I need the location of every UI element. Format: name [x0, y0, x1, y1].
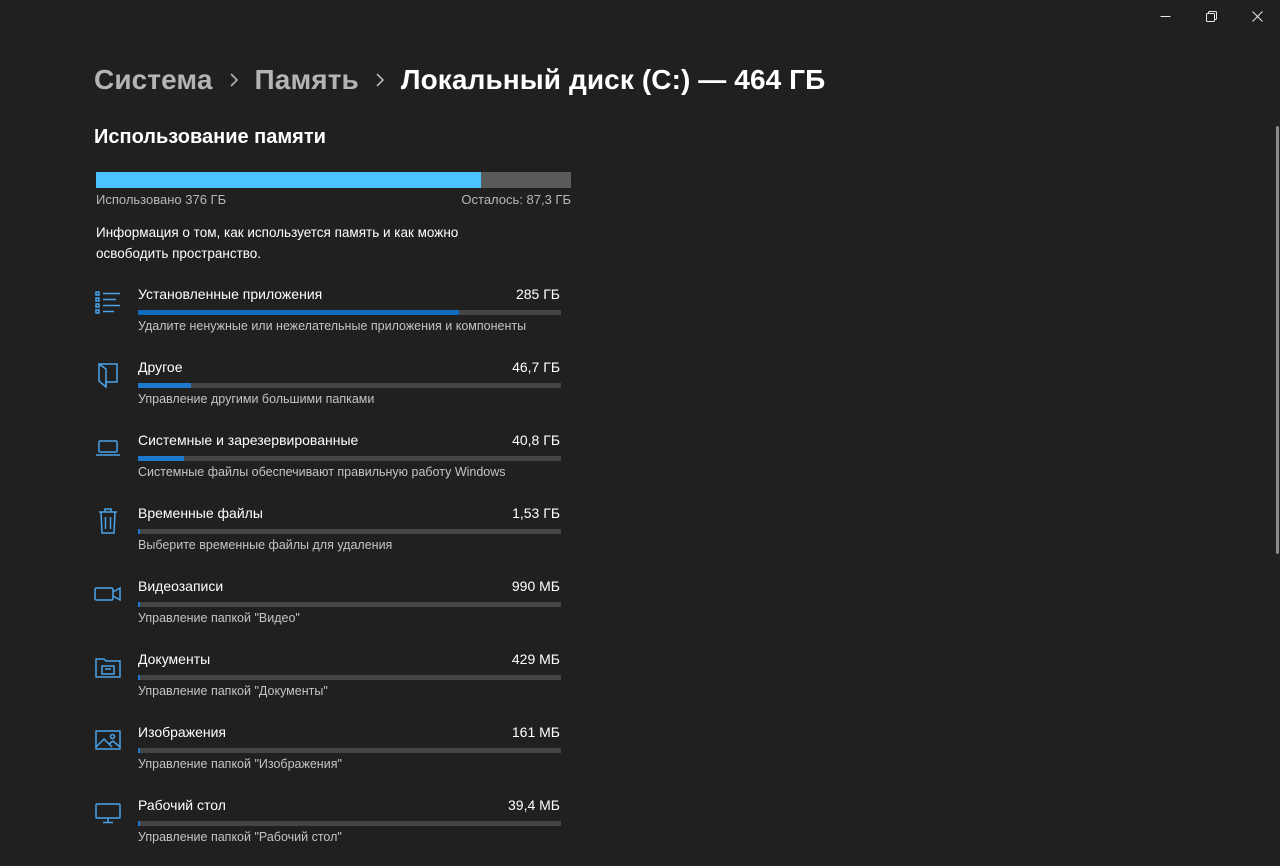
category-size: 1,53 ГБ: [512, 505, 560, 521]
category-usage-fill: [138, 821, 140, 826]
storage-usage-fill: [96, 172, 481, 188]
storage-settings-window: Система Память Локальный диск (C:) — 464…: [0, 0, 1280, 866]
category-description: Управление папкой "Документы": [138, 684, 328, 698]
free-space-label: Осталось: 87,3 ГБ: [461, 192, 571, 207]
storage-category-item[interactable]: Системные и зарезервированные 40,8 ГБ Сист…: [94, 428, 564, 501]
category-description: Управление другими большими папками: [138, 392, 375, 406]
close-button[interactable]: [1234, 0, 1280, 32]
storage-usage-bar: [96, 172, 571, 188]
breadcrumb: Система Память Локальный диск (C:) — 464…: [94, 60, 825, 100]
category-usage-bar: [138, 602, 561, 607]
video-camera-icon: [94, 580, 122, 608]
category-name: Другое: [138, 359, 183, 375]
laptop-icon: [94, 434, 122, 462]
category-usage-bar: [138, 456, 561, 461]
close-icon: [1251, 10, 1263, 22]
category-name: Видеозаписи: [138, 578, 224, 594]
page-title: Локальный диск (C:) — 464 ГБ: [400, 64, 826, 95]
usage-info-text: Информация о том, как используется памят…: [96, 225, 459, 261]
category-usage-fill: [138, 383, 191, 388]
category-name: Временные файлы: [138, 505, 263, 521]
chevron-right-icon: [375, 72, 385, 88]
category-description: Управление папкой "Изображения": [138, 757, 342, 771]
restore-icon: [1205, 10, 1217, 22]
category-usage-fill: [138, 675, 140, 680]
category-usage-bar: [138, 310, 561, 315]
storage-category-item[interactable]: Установленные приложения 285 ГБ Удалите не…: [94, 282, 564, 355]
storage-category-item[interactable]: Временные файлы 1,53 ГБ Выберите временные…: [94, 501, 564, 574]
breadcrumb-storage[interactable]: Память: [255, 64, 359, 96]
category-name: Документы: [138, 651, 211, 667]
trash-icon: [94, 507, 122, 535]
category-usage-fill: [138, 456, 184, 461]
category-description: Системные файлы обеспечивают правильную …: [138, 465, 506, 479]
category-usage-bar: [138, 529, 561, 534]
category-name: Установленные приложения: [138, 286, 323, 302]
section-title: Использование памяти: [94, 126, 326, 148]
storage-category-item[interactable]: Видеозаписи 990 МБ Управление папкой "Виде…: [94, 574, 564, 647]
category-usage-bar: [138, 821, 561, 826]
image-icon: [94, 726, 122, 754]
minimize-button[interactable]: [1142, 0, 1188, 32]
storage-category-list: Установленные приложения 285 ГБ Удалите не…: [94, 282, 564, 866]
storage-category-item[interactable]: Документы 429 МБ Управление папкой "Докуме…: [94, 647, 564, 720]
category-usage-fill: [138, 529, 140, 534]
window-controls: [1142, 0, 1280, 32]
minimize-icon: [1160, 15, 1170, 17]
chevron-right-icon: [229, 72, 239, 88]
category-usage-fill: [138, 602, 140, 607]
category-name: Рабочий стол: [138, 797, 226, 813]
desktop-monitor-icon: [94, 799, 122, 827]
scrollbar-thumb[interactable]: [1276, 126, 1279, 554]
category-usage-fill: [138, 748, 140, 753]
category-size: 39,4 МБ: [508, 797, 560, 813]
category-description: Выберите временные файлы для удаления: [138, 538, 393, 552]
category-description: Удалите ненужные или нежелательные прило…: [138, 319, 527, 333]
storage-category-item[interactable]: Рабочий стол 39,4 МБ Управление папкой "Ра…: [94, 793, 564, 866]
category-size: 990 МБ: [511, 578, 560, 594]
category-name: Изображения: [138, 724, 226, 740]
category-description: Управление папкой "Видео": [138, 611, 300, 625]
category-description: Управление папкой "Рабочий стол": [138, 830, 342, 844]
other-folder-icon: [94, 361, 122, 389]
category-name: Системные и зарезервированные: [138, 432, 359, 448]
apps-list-icon: [94, 288, 122, 316]
category-size: 161 МБ: [511, 724, 560, 740]
category-size: 46,7 ГБ: [512, 359, 560, 375]
category-usage-bar: [138, 748, 561, 753]
breadcrumb-system[interactable]: Система: [94, 64, 213, 96]
scrollbar[interactable]: [1274, 126, 1280, 554]
storage-category-item[interactable]: Другое 46,7 ГБ Управление другими большими…: [94, 355, 564, 428]
documents-folder-icon: [94, 653, 122, 681]
category-usage-bar: [138, 675, 561, 680]
category-size: 429 МБ: [511, 651, 560, 667]
category-usage-bar: [138, 383, 561, 388]
category-usage-fill: [138, 310, 460, 315]
restore-button[interactable]: [1188, 0, 1234, 32]
category-size: 285 ГБ: [515, 286, 560, 302]
storage-category-item[interactable]: Изображения 161 МБ Управление папкой "Изоб…: [94, 720, 564, 793]
category-size: 40,8 ГБ: [512, 432, 560, 448]
